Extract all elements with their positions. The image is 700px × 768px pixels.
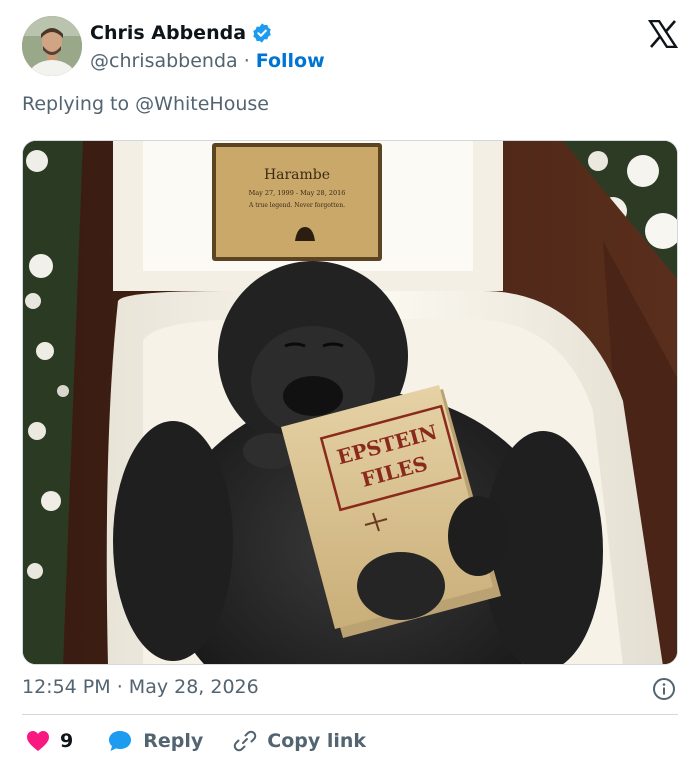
x-logo-icon[interactable] — [648, 20, 678, 48]
replying-mention[interactable]: @WhiteHouse — [135, 93, 269, 115]
heart-icon — [27, 731, 49, 751]
handle-separator: · — [243, 50, 250, 72]
copy-link-label: Copy link — [267, 730, 367, 752]
copy-link-button[interactable]: Copy link — [233, 729, 366, 753]
gorilla-hand — [357, 552, 445, 620]
memorial-plaque: Harambe May 27, 1999 - May 28, 2016 A tr… — [212, 143, 382, 261]
plaque-motto: A true legend. Never forgotten. — [248, 202, 345, 209]
avatar[interactable] — [22, 16, 82, 76]
divider — [22, 714, 678, 715]
timestamp-time: 12:54 PM — [22, 676, 111, 698]
plaque-name: Harambe — [264, 167, 330, 183]
gorilla-coffin-illustration: Harambe May 27, 1999 - May 28, 2016 A tr… — [23, 141, 677, 664]
reply-button[interactable]: Reply — [107, 729, 203, 753]
reply-label: Reply — [143, 730, 204, 752]
timestamp-separator: · — [116, 676, 123, 698]
timestamp-date: May 28, 2026 — [128, 676, 259, 698]
info-icon[interactable] — [652, 677, 676, 701]
author-block: Chris Abbenda @chrisabbenda · Follow — [90, 20, 325, 75]
author-handle[interactable]: @chrisabbenda — [90, 50, 238, 72]
reply-bubble-icon — [109, 731, 132, 751]
tweet-timestamp[interactable]: 12:54 PM · May 28, 2026 — [22, 676, 259, 698]
like-count: 9 — [60, 730, 74, 752]
plaque-dates: May 27, 1999 - May 28, 2016 — [249, 189, 346, 197]
author-name[interactable]: Chris Abbenda — [90, 22, 246, 44]
tweet-header: Chris Abbenda @chrisabbenda · Follow — [22, 16, 678, 78]
verified-badge-icon — [253, 23, 271, 43]
link-icon — [233, 730, 257, 752]
follow-button[interactable]: Follow — [256, 50, 325, 72]
replying-to-line: Replying to @WhiteHouse — [22, 93, 269, 115]
tweet-actions: 9 Reply Copy link — [22, 726, 366, 756]
avatar-photo — [22, 16, 82, 76]
replying-prefix: Replying to — [22, 93, 130, 115]
like-button[interactable]: 9 — [26, 730, 73, 752]
tweet-media-image[interactable]: Harambe May 27, 1999 - May 28, 2016 A tr… — [22, 140, 678, 665]
